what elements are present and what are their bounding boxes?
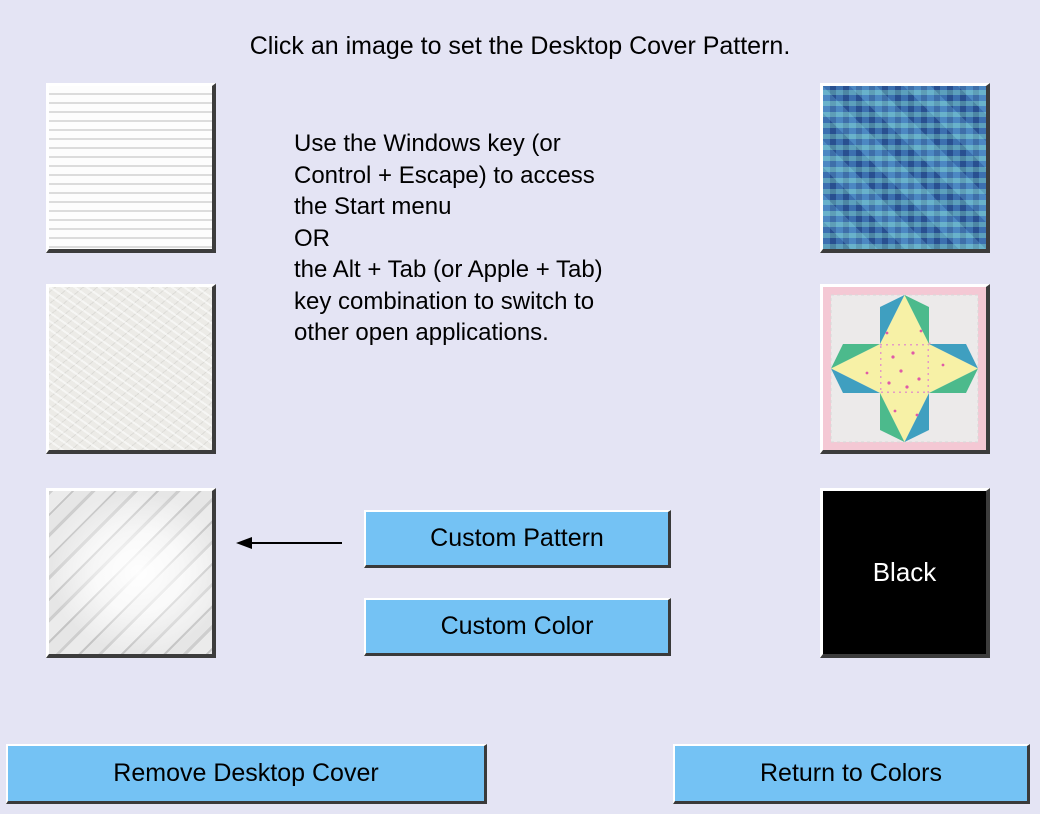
custom-pattern-button[interactable]: Custom Pattern xyxy=(364,510,671,568)
help-text: Use the Windows key (or Control + Escape… xyxy=(294,128,764,349)
help-line: other open applications. xyxy=(294,319,549,346)
remove-desktop-cover-button[interactable]: Remove Desktop Cover xyxy=(6,744,487,804)
pattern-tile-silver-sheen[interactable] xyxy=(46,488,216,658)
pattern-tile-black[interactable]: Black xyxy=(820,488,990,658)
black-tile-label: Black xyxy=(872,557,937,587)
pattern-tile-blue-weave[interactable] xyxy=(820,83,990,253)
arrow-left-icon xyxy=(236,537,342,549)
help-line: Use the Windows key (or xyxy=(294,130,561,157)
help-line: Control + Escape) to access xyxy=(294,161,595,189)
instruction-text: Click an image to set the Desktop Cover … xyxy=(249,32,791,60)
pattern-tile-white-lines[interactable] xyxy=(46,83,216,253)
help-line: key combination to switch to xyxy=(294,287,595,315)
custom-color-button[interactable]: Custom Color xyxy=(364,598,671,656)
desktop-cover-pattern-panel: Click an image to set the Desktop Cover … xyxy=(0,0,1040,814)
pattern-tile-white-texture[interactable] xyxy=(46,284,216,454)
star-quilt-image xyxy=(823,287,986,450)
help-line: the Alt + Tab (or Apple + Tab) xyxy=(294,256,603,283)
pattern-tile-star-quilt[interactable] xyxy=(820,284,990,454)
help-line: OR xyxy=(294,224,330,252)
return-to-colors-button[interactable]: Return to Colors xyxy=(673,744,1030,804)
help-line: the Start menu xyxy=(294,193,452,220)
